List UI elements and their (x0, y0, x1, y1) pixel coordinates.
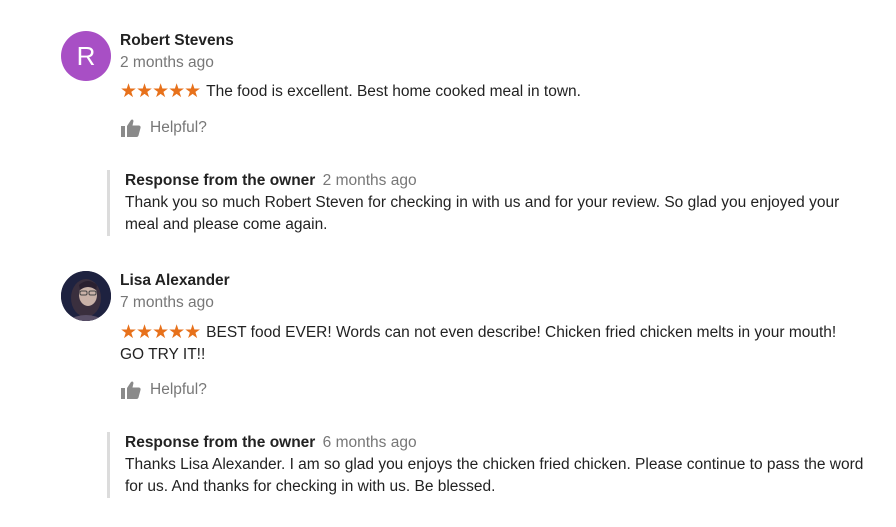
owner-response-label: Response from the owner (125, 434, 316, 451)
owner-response-text: Thank you so much Robert Steven for chec… (125, 194, 840, 233)
avatar[interactable]: R (61, 31, 111, 81)
helpful-label: Helpful? (150, 119, 207, 136)
avatar-letter: R (76, 40, 96, 71)
review-time: 2 months ago (120, 54, 214, 71)
review-text: The food is excellent. Best home cooked … (206, 83, 581, 100)
helpful-label: Helpful? (150, 381, 207, 398)
owner-response: Response from the owner 6 months ago Tha… (107, 432, 877, 498)
thumbs-up-icon (121, 119, 141, 137)
owner-response-header: Response from the owner 6 months ago (125, 432, 877, 454)
owner-response-time: 2 months ago (322, 172, 417, 189)
owner-response-header: Response from the owner 2 months ago (125, 170, 867, 192)
review-time: 7 months ago (120, 294, 214, 311)
owner-response-label: Response from the owner (125, 172, 316, 189)
thumbs-up-icon (121, 381, 141, 399)
profile-photo-icon (61, 271, 111, 321)
helpful-button[interactable]: Helpful? (120, 118, 207, 138)
review-body: ★★★★★ The food is excellent. Best home co… (120, 81, 860, 103)
reviewer-name[interactable]: Robert Stevens (120, 32, 234, 50)
owner-response: Response from the owner 2 months ago Tha… (107, 170, 867, 236)
reviewer-name[interactable]: Lisa Alexander (120, 272, 230, 290)
owner-response-text: Thanks Lisa Alexander. I am so glad you … (125, 456, 864, 495)
review-body: ★★★★★ BEST food EVER! Words can not even … (120, 322, 860, 366)
avatar[interactable] (61, 271, 111, 321)
star-rating: ★★★★★ (120, 322, 201, 343)
review-text: BEST food EVER! Words can not even descr… (120, 324, 837, 363)
star-rating: ★★★★★ (120, 81, 201, 102)
helpful-button[interactable]: Helpful? (120, 380, 207, 400)
owner-response-time: 6 months ago (322, 434, 417, 451)
